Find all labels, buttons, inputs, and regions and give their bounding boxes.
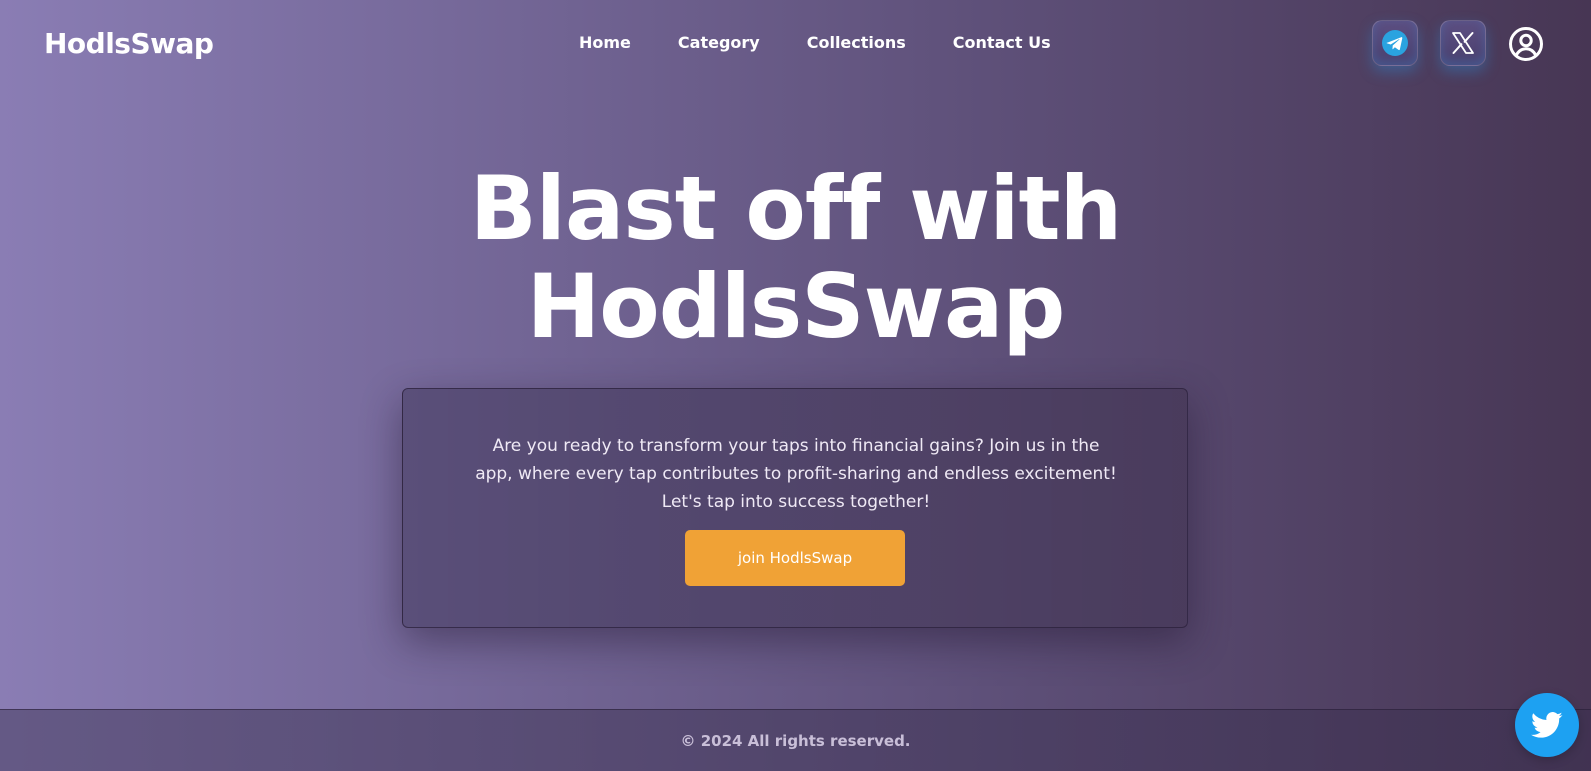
telegram-button[interactable] (1372, 20, 1418, 66)
nav-link-category[interactable]: Category (678, 33, 760, 52)
telegram-icon (1382, 30, 1408, 56)
site-footer: © 2024 All rights reserved. (0, 709, 1591, 771)
user-icon[interactable] (1508, 26, 1544, 62)
main-nav: Home Category Collections Contact Us (579, 33, 1051, 52)
twitter-bird-icon (1531, 712, 1563, 738)
hero-title-line-1: Blast off with (469, 157, 1123, 260)
x-icon (1452, 32, 1474, 54)
twitter-float-button[interactable] (1515, 693, 1579, 757)
nav-link-contact-us[interactable]: Contact Us (953, 33, 1051, 52)
nav-link-collections[interactable]: Collections (807, 33, 906, 52)
x-button[interactable] (1440, 20, 1486, 66)
site-logo[interactable]: HodlsSwap (44, 27, 214, 60)
hero-description: Are you ready to transform your taps int… (475, 436, 1117, 512)
hero-title-line-2: HodlsSwap (526, 255, 1066, 358)
hero-card: Are you ready to transform your taps int… (402, 388, 1188, 628)
copyright-text: © 2024 All rights reserved. (680, 732, 911, 750)
join-button[interactable]: join HodlsSwap (685, 530, 905, 586)
site-header: HodlsSwap Home Category Collections Cont… (0, 0, 1591, 88)
nav-link-home[interactable]: Home (579, 33, 631, 52)
hero-title: Blast off with HodlsSwap (0, 160, 1591, 356)
